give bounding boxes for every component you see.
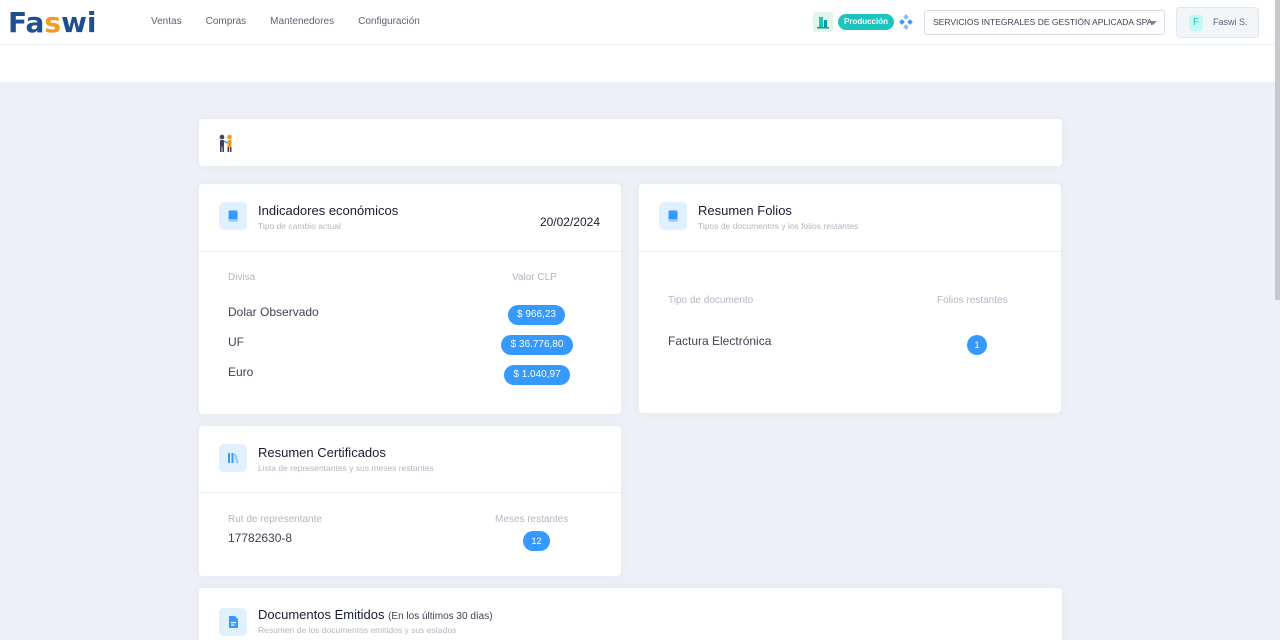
company-select[interactable]: SERVICIOS INTEGRALES DE GESTIÓN APLICADA… bbox=[924, 10, 1165, 35]
environment-badge: Producción bbox=[838, 14, 895, 30]
logo-text-3: wi bbox=[61, 6, 97, 39]
main-nav: Ventas Compras Mantenedores Configuració… bbox=[151, 16, 444, 27]
building-icon[interactable] bbox=[813, 12, 833, 32]
company-select-value: SERVICIOS INTEGRALES DE GESTIÓN APLICADA… bbox=[933, 17, 1153, 27]
subheader bbox=[0, 45, 1275, 82]
indicadores-date: 20/02/2024 bbox=[539, 215, 600, 229]
divisa-name: UF bbox=[228, 335, 244, 349]
divisa-value-badge: $ 966,23 bbox=[508, 305, 565, 325]
divisa-name: Dolar Observado bbox=[228, 305, 319, 319]
apps-icon[interactable] bbox=[898, 14, 914, 30]
indicadores-title: Indicadores económicos bbox=[258, 203, 399, 218]
page-scrollbar[interactable] bbox=[1275, 0, 1280, 640]
top-header: Fa s wi Ventas Compras Mantenedores Config… bbox=[0, 0, 1275, 45]
book-icon bbox=[219, 202, 247, 230]
documentos-subtitle: Resumen de los documentos emitidos y sus… bbox=[258, 625, 457, 635]
nav-ventas[interactable]: Ventas bbox=[151, 16, 182, 27]
documentos-card: Documentos Emitidos (En los últimos 30 d… bbox=[199, 588, 1062, 640]
folios-count-badge: 1 bbox=[967, 335, 987, 355]
divisa-value-badge: $ 1.040,97 bbox=[504, 365, 570, 385]
user-menu-button[interactable]: F Faswi S. bbox=[1176, 7, 1259, 38]
divisa-value-badge: $ 36.776,80 bbox=[501, 335, 573, 355]
folios-subtitle: Tipos de documentos y los folios restant… bbox=[698, 221, 859, 231]
certificados-card: Resumen Certificados Lista de representa… bbox=[199, 426, 621, 576]
document-icon bbox=[219, 608, 247, 636]
nav-configuracion[interactable]: Configuración bbox=[358, 16, 420, 27]
library-icon bbox=[219, 444, 247, 472]
people-icon[interactable] bbox=[217, 133, 235, 153]
col-rut-representante: Rut de representante bbox=[228, 514, 322, 525]
certificados-title: Resumen Certificados bbox=[258, 445, 386, 460]
col-folios-restantes: Folios restantes bbox=[937, 295, 1008, 306]
folios-header: Resumen Folios Tipos de documentos y los… bbox=[639, 184, 1061, 252]
certificados-header: Resumen Certificados Lista de representa… bbox=[199, 426, 621, 493]
logo-text-2: s bbox=[44, 6, 62, 39]
toolbar-card bbox=[199, 119, 1062, 166]
tipo-documento-name: Factura Electrónica bbox=[668, 334, 772, 348]
folios-card: Resumen Folios Tipos de documentos y los… bbox=[639, 184, 1061, 413]
nav-compras[interactable]: Compras bbox=[206, 16, 247, 27]
col-valor-clp: Valor CLP bbox=[512, 272, 557, 283]
rut-value: 17782630-8 bbox=[228, 531, 293, 545]
folios-title: Resumen Folios bbox=[698, 203, 792, 218]
indicadores-card: Indicadores económicos Tipo de cambio ac… bbox=[199, 184, 621, 414]
meses-count-badge: 12 bbox=[523, 531, 550, 551]
indicadores-subtitle: Tipo de cambio actual bbox=[258, 221, 341, 231]
indicadores-header: Indicadores económicos Tipo de cambio ac… bbox=[199, 184, 621, 252]
divisa-name: Euro bbox=[228, 365, 254, 379]
documentos-title: Documentos Emitidos (En los últimos 30 d… bbox=[258, 607, 493, 622]
avatar: F bbox=[1189, 15, 1203, 31]
certificados-subtitle: Lista de representantes y sus meses rest… bbox=[258, 463, 434, 473]
nav-mantenedores[interactable]: Mantenedores bbox=[270, 16, 334, 27]
col-tipo-documento: Tipo de documento bbox=[668, 295, 754, 306]
col-divisa: Divisa bbox=[228, 272, 256, 283]
scrollbar-thumb[interactable] bbox=[1275, 0, 1280, 300]
col-meses-restantes: Meses restantes bbox=[495, 514, 569, 525]
book-icon bbox=[659, 202, 687, 230]
logo-text-1: Fa bbox=[8, 6, 45, 39]
faswi-logo[interactable]: Fa s wi bbox=[8, 8, 97, 38]
chevron-down-icon bbox=[1149, 21, 1157, 25]
user-name: Faswi S. bbox=[1213, 17, 1248, 27]
documentos-title-text: Documentos Emitidos bbox=[258, 607, 385, 622]
documentos-title-note: (En los últimos 30 días) bbox=[388, 611, 493, 622]
